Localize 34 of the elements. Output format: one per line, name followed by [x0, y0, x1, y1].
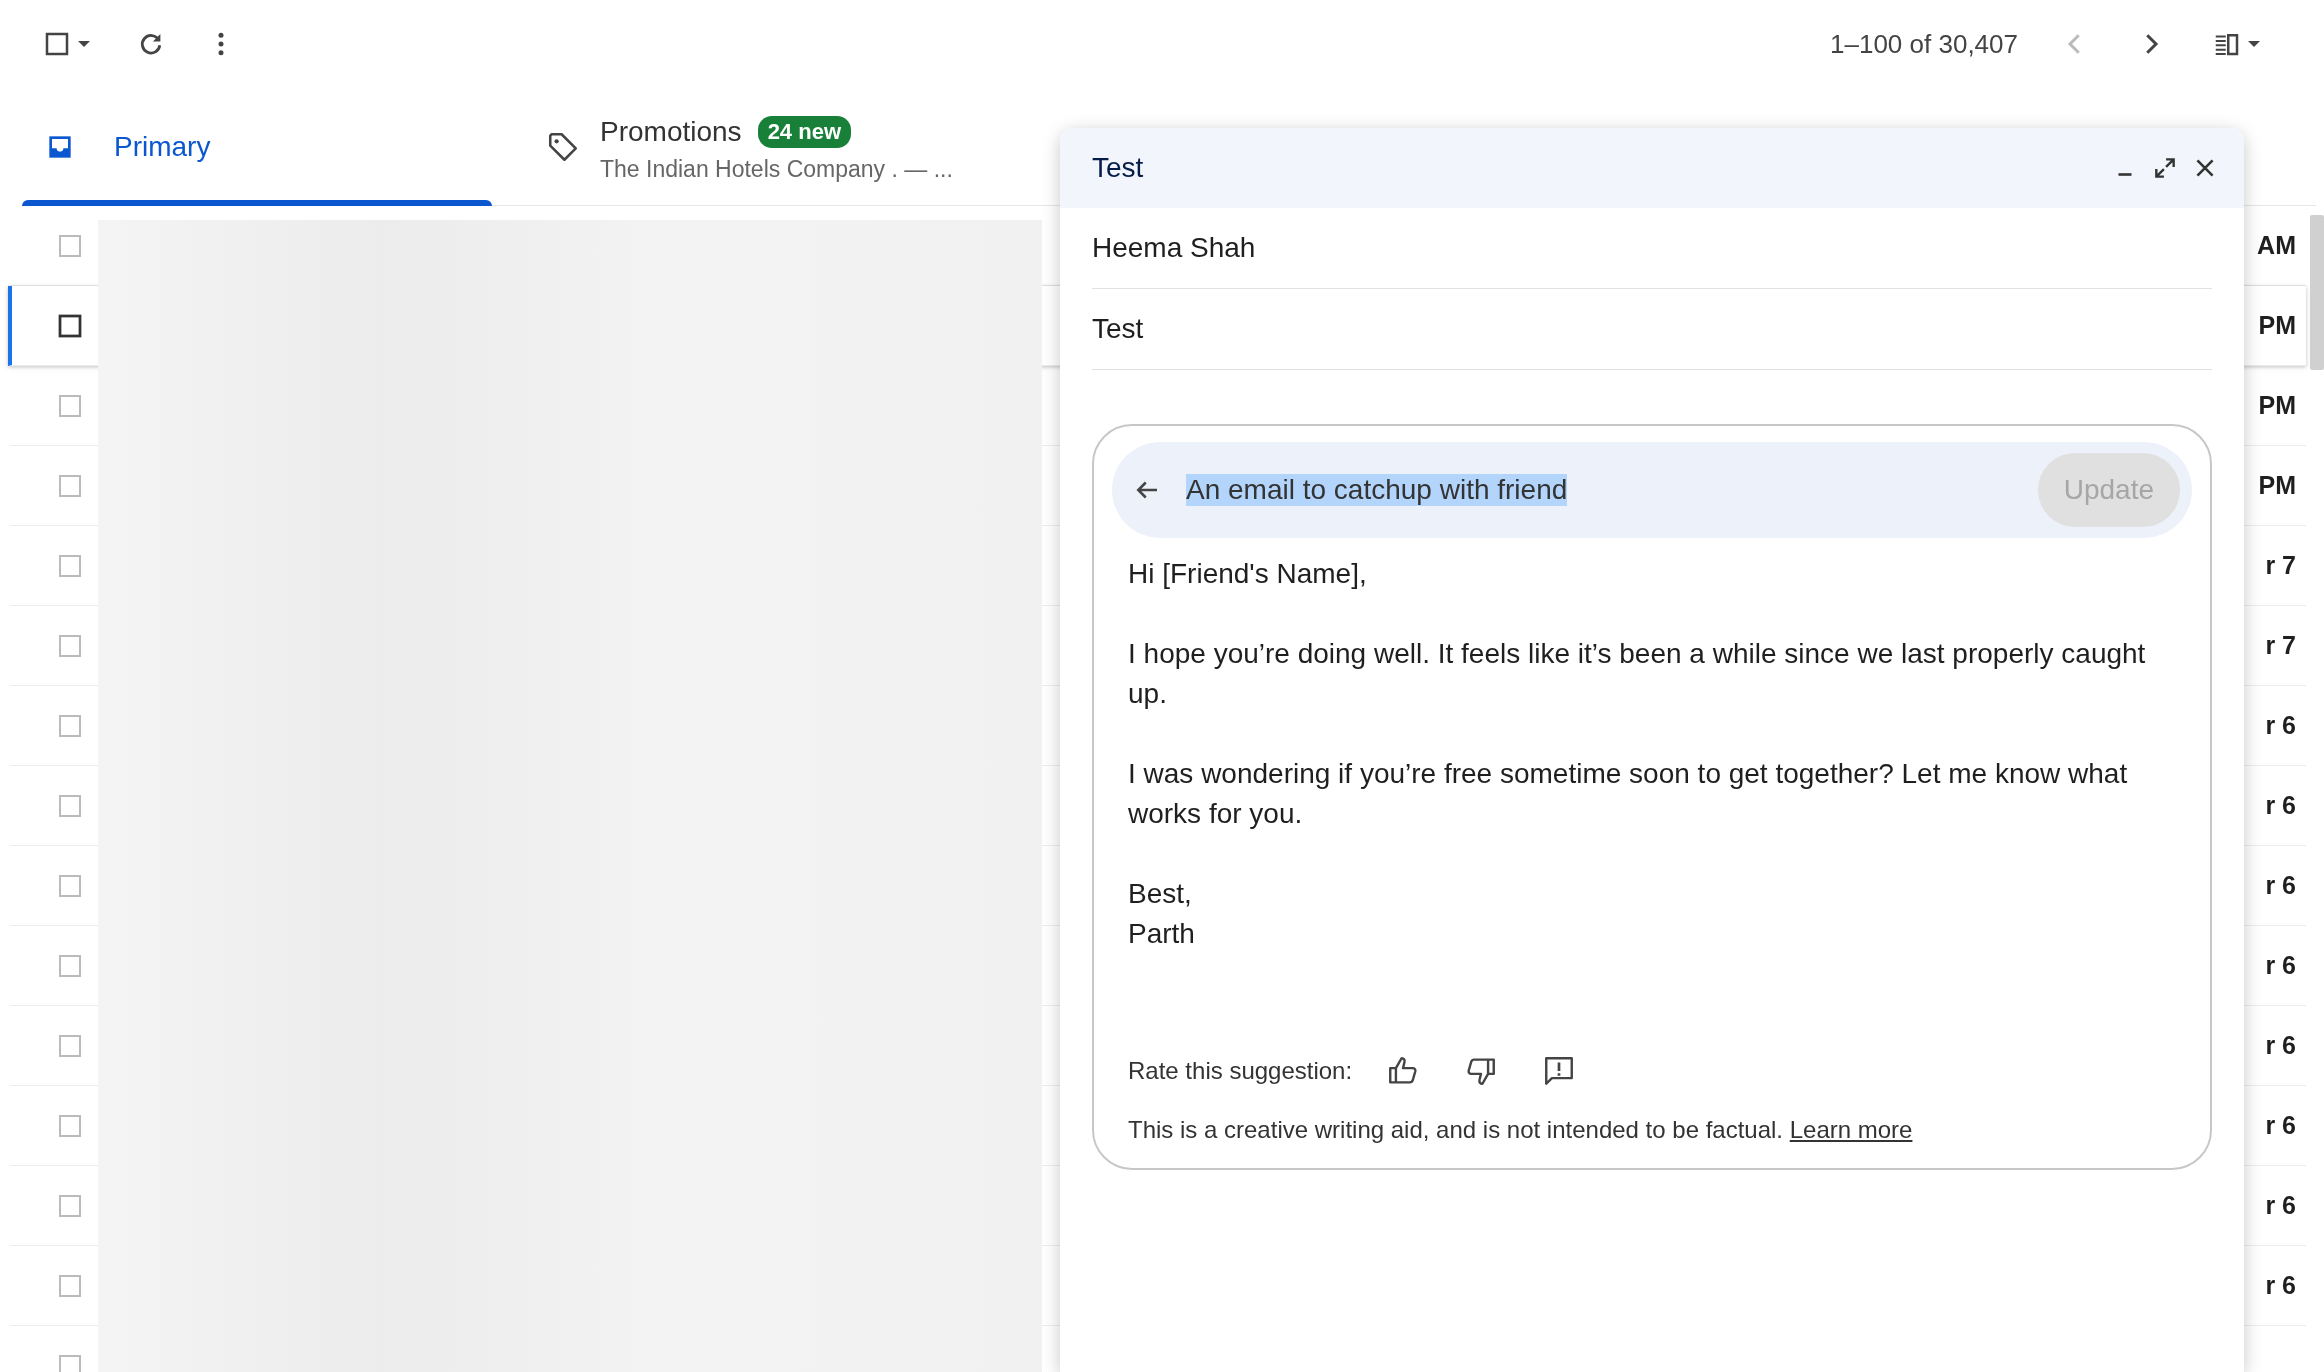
email-date: r 6 — [2265, 1111, 2296, 1140]
message-paragraph: I was wondering if you’re free sometime soon to get together? Let me know what works for you. — [1128, 757, 2129, 831]
email-date: r 6 — [2265, 711, 2296, 740]
email-date: r 6 — [2265, 1191, 2296, 1220]
email-date: r 6 — [2265, 871, 2296, 900]
tab-snippet: The Indian Hotels Company . — ... — [600, 156, 953, 183]
inbox-tab[interactable]: Promotions 24 new The Indian Hotels Company . — ... — [522, 88, 992, 205]
tab-label: Primary — [114, 130, 211, 163]
message-paragraph: Best, Parth — [1128, 877, 1196, 951]
inbox-tab[interactable]: Primary — [22, 88, 492, 205]
expand-icon[interactable] — [2152, 155, 2178, 181]
compose-title: Test — [1092, 152, 1144, 184]
disclaimer-text: This is a creative writing aid, and is not intended to be factual. Learn more — [1128, 1116, 1914, 1144]
new-count-badge: 24 new — [757, 116, 851, 148]
email-date: r 6 — [2265, 951, 2296, 980]
scrollbar-thumb[interactable] — [2310, 215, 2324, 370]
rate-label: Rate this suggestion: — [1128, 1057, 1353, 1085]
email-date: r 7 — [2265, 631, 2296, 660]
message-paragraph: Hi [Friend's Name], — [1128, 557, 1368, 591]
tab-label: Promotions — [600, 116, 742, 148]
prompt-field[interactable]: An email to catchup with friend Update — [1112, 442, 2192, 538]
email-date: PM — [2258, 471, 2296, 500]
email-date: PM — [2258, 391, 2296, 420]
subject-field[interactable]: Test — [1092, 313, 1144, 345]
learn-more-link[interactable]: Learn more — [1789, 1116, 1913, 1143]
email-date: r 6 — [2265, 1031, 2296, 1060]
email-date: r 6 — [2265, 1271, 2296, 1300]
email-date: r 6 — [2265, 791, 2296, 820]
email-date: PM — [2258, 311, 2296, 340]
recipient-field[interactable]: Heema Shah — [1092, 232, 1256, 264]
page-range: 1–100 of 30,407 — [1830, 28, 2018, 60]
email-date: r 7 — [2265, 551, 2296, 580]
email-date: AM — [2257, 231, 2296, 260]
message-paragraph: I hope you’re doing well. It feels like it’s been a while since we last properly caught up. — [1128, 637, 2147, 711]
